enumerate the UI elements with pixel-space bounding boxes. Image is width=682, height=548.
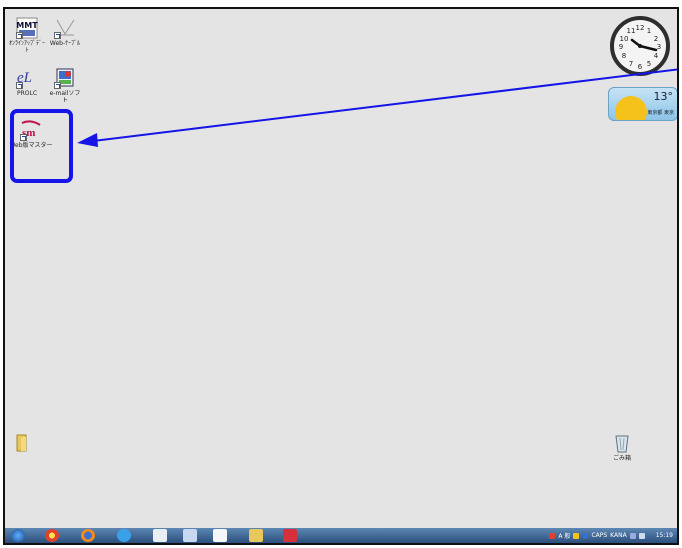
desktop-icon-label: ごみ箱: [612, 455, 631, 462]
tray-clock[interactable]: 15:19: [656, 532, 673, 539]
taskbar-chrome-icon[interactable]: [45, 529, 59, 542]
system-tray: A 般 CAPS KANA 15:19: [549, 528, 677, 543]
tray-ime-icon[interactable]: [573, 532, 580, 539]
taskbar-explorer-icon[interactable]: [249, 529, 263, 542]
caps-indicator: CAPS: [591, 532, 608, 539]
taskbar-sm-icon[interactable]: [283, 529, 297, 542]
desktop-icon-recycle-bin[interactable]: ごみ箱: [609, 432, 635, 462]
ime-indicator[interactable]: A 般: [558, 531, 570, 540]
taskbar-app-icon[interactable]: [213, 529, 227, 542]
volume-icon[interactable]: [638, 532, 645, 539]
desktop-icon-folder[interactable]: [13, 433, 33, 454]
taskbar: A 般 CAPS KANA 15:19: [5, 528, 677, 543]
tray-flag-icon[interactable]: [549, 532, 556, 539]
tray-help-icon[interactable]: [582, 532, 589, 539]
folder-icon: [15, 433, 31, 453]
recycle-bin-icon: [613, 432, 631, 454]
screen: { "desktop_icons": [ {"label": "ｵﾝﾗｲﾝｱｯﾌ…: [0, 0, 682, 548]
start-button[interactable]: [11, 529, 25, 542]
annotation-arrow: [77, 68, 677, 147]
kana-indicator: KANA: [610, 532, 627, 539]
desktop: MMT ｵﾝﾗｲﾝｱｯﾌﾟﾃﾞｰﾄ Web-ｹｰﾌﾞﾙ eL PROLC e-m…: [3, 7, 679, 545]
taskbar-firefox-icon[interactable]: [81, 529, 95, 542]
taskbar-ie-icon[interactable]: [117, 529, 131, 542]
network-icon[interactable]: [629, 532, 636, 539]
taskbar-pen-icon[interactable]: [183, 529, 197, 542]
taskbar-notepad-icon[interactable]: [153, 529, 167, 542]
